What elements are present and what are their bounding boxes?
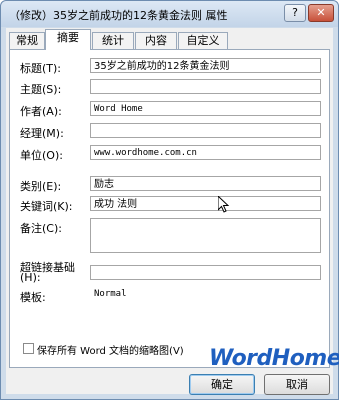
template-label: 模板: — [20, 291, 46, 304]
tab-general[interactable]: 常规 — [9, 32, 45, 49]
manager-field[interactable] — [90, 123, 321, 138]
help-button[interactable]: ? — [284, 4, 306, 22]
company-field[interactable]: www.wordhome.com.cn — [90, 145, 321, 160]
subject-label: 主题(S): — [20, 83, 62, 96]
window-title: （修改）35岁之前成功的12条黄金法则 属性 — [9, 9, 228, 22]
subject-field[interactable] — [90, 79, 321, 94]
tab-statistics[interactable]: 统计 — [92, 32, 134, 49]
comments-field[interactable] — [90, 218, 321, 253]
title-field[interactable]: 35岁之前成功的12条黄金法则 — [90, 58, 321, 73]
hyperlink-base-label-line2: (H): — [20, 271, 41, 284]
company-label: 单位(O): — [20, 149, 63, 162]
category-label: 类别(E): — [20, 180, 62, 193]
author-label: 作者(A): — [20, 105, 62, 118]
tab-summary[interactable]: 摘要 — [45, 29, 91, 50]
mouse-pointer-icon — [218, 196, 230, 213]
tab-custom[interactable]: 自定义 — [178, 32, 228, 49]
properties-dialog: （修改）35岁之前成功的12条黄金法则 属性 ? ✕ 常规 摘要 统计 内容 自… — [0, 0, 339, 400]
manager-label: 经理(M): — [20, 127, 64, 140]
title-label: 标题(T): — [20, 62, 62, 75]
tab-contents[interactable]: 内容 — [135, 32, 177, 49]
save-thumbnail-checkbox[interactable] — [23, 343, 34, 354]
summary-panel: 标题(T): 35岁之前成功的12条黄金法则 主题(S): 作者(A): Wor… — [9, 49, 330, 368]
keywords-field[interactable]: 成功 法则 — [90, 196, 321, 211]
category-field[interactable]: 励志 — [90, 176, 321, 191]
keywords-label: 关键词(K): — [20, 200, 73, 213]
comments-label: 备注(C): — [20, 222, 62, 235]
dialog-body: 常规 摘要 统计 内容 自定义 标题(T): 35岁之前成功的12条黄金法则 主… — [6, 28, 333, 394]
close-button[interactable]: ✕ — [308, 4, 334, 22]
hyperlink-base-field[interactable] — [90, 265, 321, 280]
author-field[interactable]: Word Home — [90, 101, 321, 116]
template-value: Normal — [94, 289, 127, 299]
wordhome-watermark-logo: WordHome — [209, 346, 339, 371]
title-bar: （修改）35岁之前成功的12条黄金法则 属性 ? ✕ — [1, 1, 338, 27]
ok-button[interactable]: 确定 — [189, 374, 255, 395]
cancel-button[interactable]: 取消 — [264, 374, 330, 395]
save-thumbnail-label: 保存所有 Word 文档的缩略图(V) — [37, 346, 184, 357]
